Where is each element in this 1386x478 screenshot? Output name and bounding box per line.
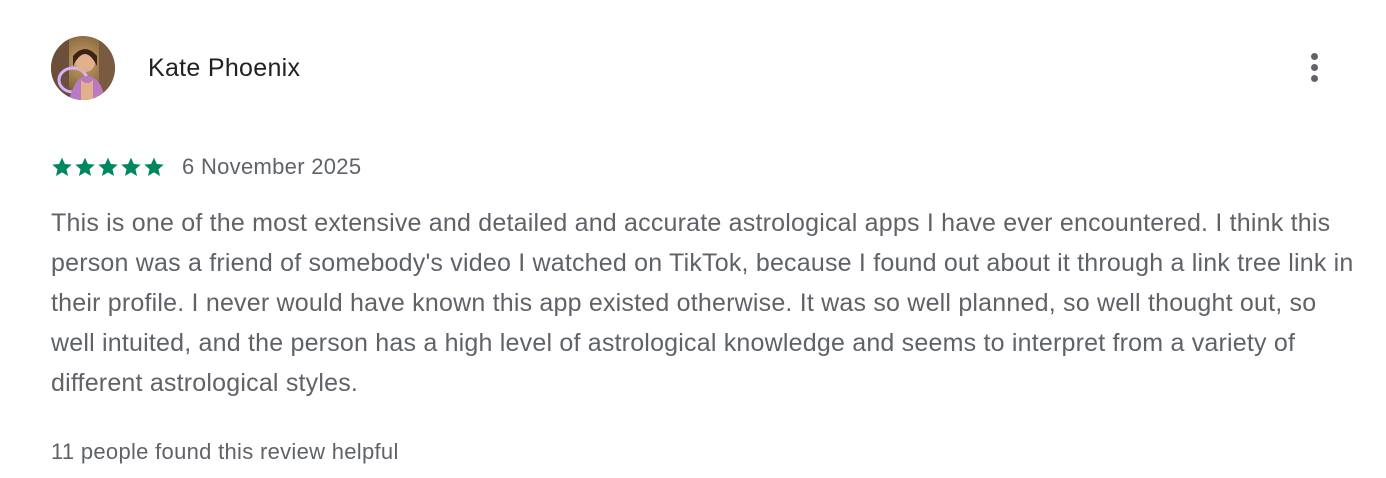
review-text: This is one of the most extensive and de… xyxy=(51,209,1354,397)
avatar-image xyxy=(51,36,115,100)
star-icon xyxy=(97,156,119,178)
star-icon xyxy=(74,156,96,178)
author-name[interactable]: Kate Phoenix xyxy=(148,52,300,84)
star-rating xyxy=(51,156,166,178)
star-icon xyxy=(120,156,142,178)
rating-row: 6 November 2025 xyxy=(51,153,361,181)
helpful-count: 11 people found this review helpful xyxy=(51,439,399,464)
review-card: Kate Phoenix 6 November 2025 This is one… xyxy=(0,0,1386,478)
star-icon xyxy=(51,156,73,178)
more-options-button[interactable] xyxy=(1293,46,1337,90)
review-date: 6 November 2025 xyxy=(182,154,362,179)
avatar[interactable] xyxy=(51,36,115,100)
star-icon xyxy=(143,156,165,178)
